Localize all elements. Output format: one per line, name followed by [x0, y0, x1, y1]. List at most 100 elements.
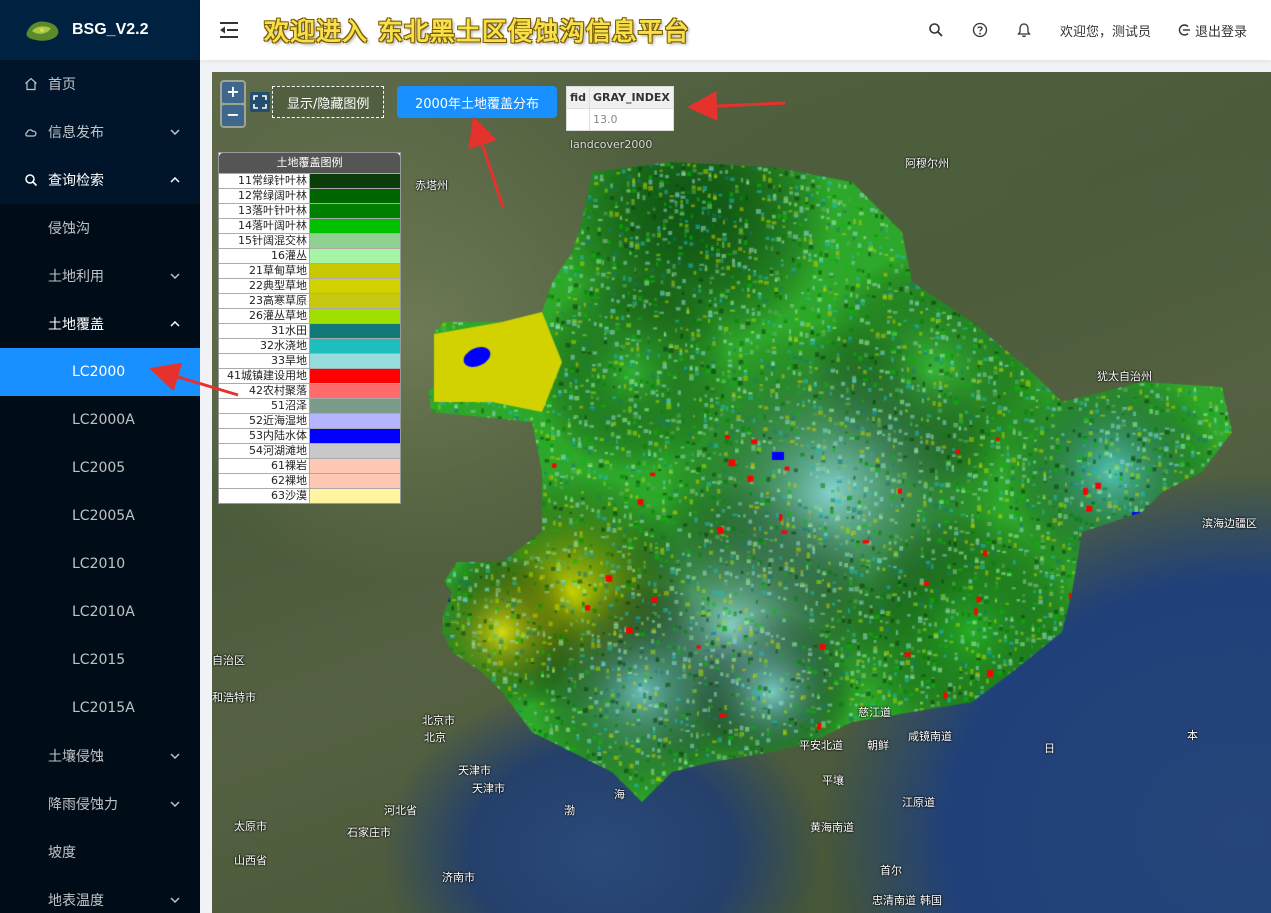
map-place-label: 慈江道	[858, 706, 891, 719]
bell-icon[interactable]	[1016, 22, 1032, 38]
brand[interactable]: BSG_V2.2	[0, 0, 200, 60]
legend-item: 63沙漠	[219, 488, 400, 503]
legend-item-label: 21草甸草地	[219, 264, 310, 278]
map-place-label: 本	[1187, 729, 1198, 742]
sidebar-item-坡度[interactable]: 坡度	[0, 828, 200, 876]
legend-item: 15针阔混交林	[219, 233, 400, 248]
layer-button[interactable]: 2000年土地覆盖分布	[397, 86, 557, 118]
chevron-up-icon	[170, 175, 180, 186]
legend-swatch	[310, 279, 400, 293]
legend-item-label: 32水浇地	[219, 339, 310, 353]
map-place-label: 北京市	[422, 714, 455, 727]
legend-item: 23高寒草原	[219, 293, 400, 308]
map-place-label: 和浩特市	[212, 691, 256, 704]
legend-swatch	[310, 444, 400, 458]
sidebar-item-首页[interactable]: 首页	[0, 60, 200, 108]
sidebar-item-label: 坡度	[48, 845, 76, 861]
map-place-label: 首尔	[880, 864, 902, 877]
logout-icon	[1178, 24, 1190, 36]
sidebar-item-label: 信息发布	[48, 125, 104, 141]
legend-item-label: 22典型草地	[219, 279, 310, 293]
legend-item-label: 53内陆水体	[219, 429, 310, 443]
logout-button[interactable]: 退出登录	[1177, 21, 1247, 40]
sidebar-item-lc2010a[interactable]: LC2010A	[0, 588, 200, 636]
legend-swatch	[310, 219, 400, 233]
sidebar-item-信息发布[interactable]: 信息发布	[0, 108, 200, 156]
column-header: fid	[565, 86, 591, 109]
zoom-in-button[interactable]: +	[222, 82, 244, 103]
sidebar-item-土地利用[interactable]: 土地利用	[0, 252, 200, 300]
legend-swatch	[310, 309, 400, 323]
layer-name-label: landcover2000	[570, 138, 653, 151]
sidebar-item-lc2005[interactable]: LC2005	[0, 444, 200, 492]
legend-item: 32水浇地	[219, 338, 400, 353]
map-place-label: 江原道	[902, 796, 935, 809]
sidebar-item-lc2000[interactable]: LC2000	[0, 348, 200, 396]
legend-item-label: 31水田	[219, 324, 310, 338]
legend-item-label: 26灌丛草地	[219, 309, 310, 323]
sidebar-item-lc2015a[interactable]: LC2015A	[0, 684, 200, 732]
map-place-label: 山西省	[234, 854, 267, 867]
legend-swatch	[310, 459, 400, 473]
menu-fold-icon[interactable]	[218, 19, 240, 41]
map-place-label: 天津市	[458, 764, 491, 777]
legend-item-label: 11常绿针叶林	[219, 174, 310, 188]
toggle-legend-button[interactable]: 显示/隐藏图例	[272, 86, 385, 118]
legend-item-label: 52近海湿地	[219, 414, 310, 428]
zoom-out-button[interactable]: −	[222, 105, 244, 126]
map-place-label: 渤	[564, 804, 575, 817]
sidebar-item-label: 地表温度	[48, 893, 104, 909]
search-icon[interactable]	[928, 22, 944, 38]
chevron-down-icon	[170, 751, 180, 762]
legend-swatch	[310, 369, 400, 383]
sidebar-item-lc2000a[interactable]: LC2000A	[0, 396, 200, 444]
sidebar-item-侵蚀沟[interactable]: 侵蚀沟	[0, 204, 200, 252]
legend-item: 14落叶阔叶林	[219, 218, 400, 233]
sidebar-item-lc2015[interactable]: LC2015	[0, 636, 200, 684]
feature-info-table: fid GRAY_INDEX 13.0	[565, 86, 674, 131]
map-place-label: 朝鲜	[867, 739, 889, 752]
table-row: 13.0	[565, 108, 674, 131]
sidebar-item-lc2010[interactable]: LC2010	[0, 540, 200, 588]
sidebar-item-地表温度[interactable]: 地表温度	[0, 876, 200, 913]
sidebar-item-土地覆盖[interactable]: 土地覆盖	[0, 300, 200, 348]
legend-swatch	[310, 324, 400, 338]
feature-info-header: fid GRAY_INDEX	[565, 86, 674, 109]
sidebar-item-lc2005a[interactable]: LC2005A	[0, 492, 200, 540]
sidebar-menu: 首页信息发布查询检索 侵蚀沟 土地利用 土地覆盖 LC2000 LC2000A LC2005…	[0, 60, 200, 913]
map-view[interactable]: 赤塔州 阿穆尔州 犹太自治州 滨海边疆区 自治区 和浩特市 北京市 北京 天津市 天津市 河北省 太原…	[212, 72, 1271, 913]
welcome-text: 欢迎您，测试员	[1059, 24, 1151, 40]
header-actions: 欢迎您，测试员 退出登录	[900, 0, 1247, 60]
legend-item-label: 14落叶阔叶林	[219, 219, 310, 233]
legend-swatch	[310, 339, 400, 353]
legend-swatch	[310, 234, 400, 248]
legend-swatch	[310, 399, 400, 413]
map-place-label: 韩国	[920, 894, 942, 907]
map-place-label: 河北省	[384, 804, 417, 817]
home-icon	[24, 77, 38, 91]
legend-swatch	[310, 294, 400, 308]
sidebar-item-label: LC2005	[72, 460, 126, 476]
legend-swatch	[310, 489, 400, 503]
sidebar-item-label: LC2015A	[72, 700, 135, 716]
sidebar-item-查询检索[interactable]: 查询检索	[0, 156, 200, 204]
legend-item: 11常绿针叶林	[219, 173, 400, 188]
chevron-down-icon	[170, 895, 180, 906]
sidebar: BSG_V2.2 首页信息发布查询检索 侵蚀沟 土地利用 土地覆盖 LC2000 LC20…	[0, 0, 200, 913]
chevron-down-icon	[170, 271, 180, 282]
map-place-label: 忠清南道	[872, 894, 916, 907]
sidebar-item-土壤侵蚀[interactable]: 土壤侵蚀	[0, 732, 200, 780]
legend-item: 62裸地	[219, 473, 400, 488]
legend-item-label: 62裸地	[219, 474, 310, 488]
legend-swatch	[310, 354, 400, 368]
legend-item: 22典型草地	[219, 278, 400, 293]
legend-item: 16灌丛	[219, 248, 400, 263]
sidebar-item-label: LC2010	[72, 556, 126, 572]
legend-item-label: 63沙漠	[219, 489, 310, 503]
fullscreen-button[interactable]	[250, 92, 270, 112]
help-icon[interactable]	[972, 22, 988, 38]
legend-swatch	[310, 204, 400, 218]
sidebar-item-降雨侵蚀力[interactable]: 降雨侵蚀力	[0, 780, 200, 828]
sidebar-item-label: LC2000A	[72, 412, 135, 428]
legend-item: 54河湖滩地	[219, 443, 400, 458]
